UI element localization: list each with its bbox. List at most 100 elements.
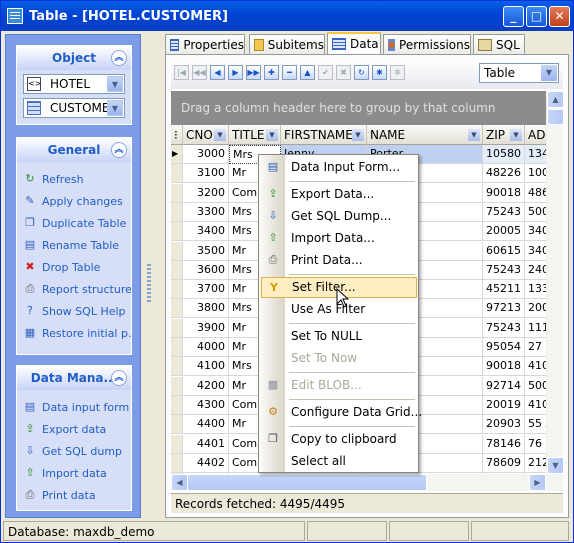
tab-data[interactable]: Data — [327, 32, 381, 54]
minimize-button[interactable]: _ — [503, 6, 524, 27]
grid-cell[interactable]: 3000 — [183, 145, 229, 164]
column-filter-icon[interactable]: ▼ — [468, 129, 480, 141]
grid-cell[interactable]: 3700 — [183, 280, 229, 300]
data-management-group-header[interactable]: Data Mana... ︽ — [17, 366, 131, 390]
grid-cell[interactable]: 92714 — [483, 376, 525, 396]
table-combo[interactable]: CUSTOMER ▼ — [23, 98, 125, 118]
tab-permissions[interactable]: Permissions — [383, 34, 471, 54]
scroll-up-icon[interactable]: ▲ — [547, 91, 564, 108]
column-filter-icon[interactable]: ▼ — [352, 129, 364, 141]
menu-item-print-data[interactable]: ⎙ Print Data... — [261, 250, 417, 271]
collapse-icon[interactable]: ︽ — [111, 370, 127, 386]
grid-cell[interactable]: 97213 — [483, 299, 525, 319]
refresh-records-icon[interactable]: ↻ — [354, 65, 369, 80]
grid-cell[interactable]: 410 — [525, 357, 546, 377]
column-header-firstname[interactable]: FIRSTNAME ▼ — [281, 125, 367, 145]
grid-cell[interactable]: 90018 — [483, 357, 525, 377]
close-button[interactable]: ✕ — [549, 6, 570, 27]
grid-cell[interactable]: 20005 — [483, 222, 525, 242]
menu-item-set-to-null[interactable]: Set To NULL — [261, 326, 417, 347]
menu-item-configure-data-grid[interactable]: ⚙ Configure Data Grid... — [261, 402, 422, 423]
row-indicator[interactable] — [171, 453, 183, 473]
column-header-cno[interactable]: CNO ▼ — [183, 125, 229, 145]
grid-cell[interactable]: 240 — [525, 261, 546, 280]
horizontal-scrollbar[interactable]: ◀ ▶ — [171, 474, 563, 491]
row-indicator[interactable] — [171, 183, 183, 203]
column-header-adi[interactable]: ADI — [525, 125, 546, 145]
post-edit-icon[interactable]: ✔ — [318, 65, 333, 80]
grid-cell[interactable]: 500 — [525, 203, 546, 222]
grid-cell[interactable]: 95054 — [483, 338, 525, 357]
grid-cell[interactable]: 3800 — [183, 299, 229, 319]
grid-cell[interactable]: 3200 — [183, 183, 229, 203]
grid-cell[interactable]: 4100 — [183, 357, 229, 377]
grid-cell[interactable]: 133 — [525, 280, 546, 300]
column-header-zip[interactable]: ZIP ▼ — [483, 125, 525, 145]
grid-cell[interactable]: 55 A — [525, 415, 546, 435]
general-item[interactable]: ↻ Refresh — [17, 168, 131, 190]
column-header-title[interactable]: TITLE ▼ — [229, 125, 281, 145]
column-filter-icon[interactable]: ▼ — [266, 129, 278, 141]
grid-cell[interactable]: 20903 — [483, 415, 525, 435]
tab-subitems[interactable]: Subitems — [249, 34, 325, 54]
data-item[interactable]: ⇪ Export data — [17, 418, 131, 440]
delete-record-icon[interactable]: ━ — [282, 65, 297, 80]
collapse-icon[interactable]: ︽ — [111, 142, 127, 158]
grid-cell[interactable]: 4400 — [183, 415, 229, 435]
grid-cell[interactable]: 75243 — [483, 202, 525, 222]
grid-cell[interactable]: 48226 — [483, 164, 525, 184]
grid-cell[interactable]: 340 — [525, 222, 546, 242]
menu-item-get-sql-dump[interactable]: ⇩ Get SQL Dump... — [261, 206, 417, 227]
menu-item-export-data[interactable]: ⇪ Export Data... — [261, 184, 417, 205]
grid-cell[interactable]: 90018 — [483, 183, 525, 203]
database-combo[interactable]: <> HOTEL ▼ — [23, 74, 125, 94]
row-indicator[interactable] — [171, 280, 183, 300]
row-indicator[interactable]: ▶ — [171, 145, 183, 164]
grid-cell[interactable]: 212 — [525, 454, 546, 473]
data-item[interactable]: ⇩ Get SQL dump — [17, 440, 131, 462]
bookmark-icon[interactable]: ✱ — [372, 65, 387, 80]
row-indicator[interactable] — [171, 376, 183, 396]
view-mode-select[interactable]: Table ▼ — [479, 63, 559, 83]
general-item[interactable]: ? Show SQL Help — [17, 300, 131, 322]
tab-properties[interactable]: Properties — [165, 34, 245, 54]
horizontal-scroll-thumb[interactable] — [187, 474, 427, 491]
splitter-grip[interactable] — [147, 264, 151, 304]
grid-cell[interactable]: 100 — [525, 164, 546, 184]
edit-record-icon[interactable]: ▲ — [300, 65, 315, 80]
row-indicator[interactable] — [171, 299, 183, 319]
grid-cell[interactable]: 3300 — [183, 202, 229, 222]
grid-cell[interactable]: 78146 — [483, 434, 525, 454]
data-item[interactable]: ⇧ Import data — [17, 462, 131, 484]
row-indicator[interactable] — [171, 357, 183, 377]
menu-item-copy-to-clipboard[interactable]: ❐ Copy to clipboard — [261, 429, 417, 450]
cancel-edit-icon[interactable]: ✖ — [336, 65, 351, 80]
grid-cell[interactable]: 3100 — [183, 164, 229, 184]
data-item[interactable]: ▤ Data input form — [17, 396, 131, 418]
chevron-down-icon[interactable]: ▼ — [541, 65, 557, 81]
general-item[interactable]: ⎙ Report structure — [17, 278, 131, 300]
general-item[interactable]: ▤ Rename Table — [17, 234, 131, 256]
panel-splitter[interactable] — [143, 34, 157, 518]
row-indicator[interactable] — [171, 241, 183, 261]
insert-record-icon[interactable]: ✚ — [264, 65, 279, 80]
row-indicator[interactable] — [171, 415, 183, 435]
vertical-scrollbar[interactable]: ▲ ▼ — [546, 91, 564, 474]
row-indicator[interactable] — [171, 260, 183, 280]
general-item[interactable]: ✎ Apply changes — [17, 190, 131, 212]
object-group-header[interactable]: Object ︽ — [17, 46, 131, 70]
grid-cell[interactable]: 75243 — [483, 318, 525, 338]
tab-sql[interactable]: SQL — [473, 34, 525, 54]
first-record-icon[interactable]: |◀ — [174, 65, 189, 80]
row-indicator[interactable] — [171, 338, 183, 357]
grid-cell[interactable]: 3500 — [183, 241, 229, 261]
menu-item-data-input-form[interactable]: ▤ Data Input Form... — [261, 157, 417, 178]
row-indicator[interactable] — [171, 222, 183, 242]
grid-cell[interactable]: 4200 — [183, 376, 229, 396]
grid-cell[interactable]: 3900 — [183, 318, 229, 338]
grid-cell[interactable]: 76 H — [525, 435, 546, 454]
row-indicator[interactable] — [171, 434, 183, 454]
scroll-thumb[interactable] — [547, 109, 564, 125]
grid-cell[interactable]: 111 — [525, 319, 546, 338]
grid-cell[interactable]: 3400 — [183, 222, 229, 242]
